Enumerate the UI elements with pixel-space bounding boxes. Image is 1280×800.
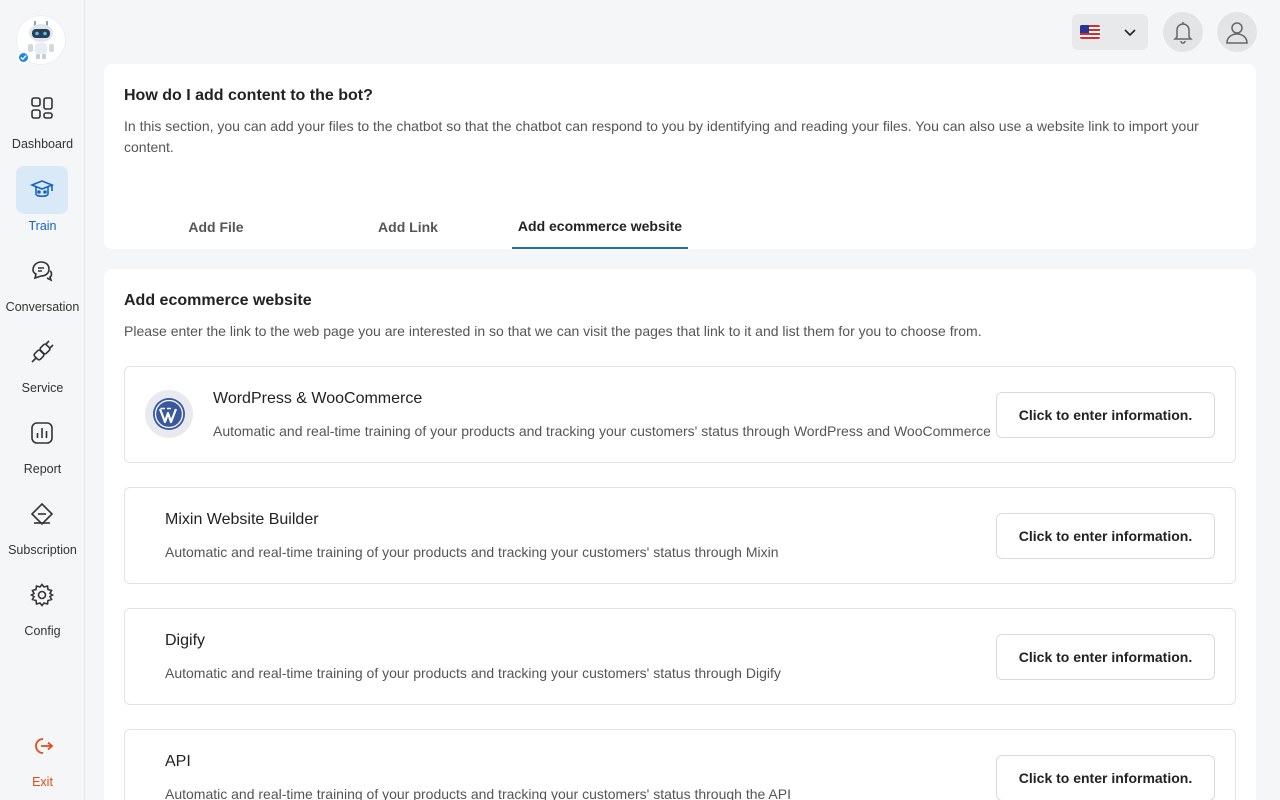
enter-information-button[interactable]: Click to enter information. [996,634,1215,680]
intro-title: How do I add content to the bot? [124,87,373,104]
report-icon [16,409,68,457]
wordpress-icon [145,390,193,438]
sidebar-item-service[interactable]: Service [0,328,85,395]
sidebar-item-label: Service [21,381,64,395]
sidebar-item-label: Report [23,462,62,476]
integration-mixin: Mixin Website Builder Automatic and real… [124,487,1236,584]
integration-name: Mixin Website Builder [165,511,319,528]
chevron-down-icon [1124,29,1136,37]
enter-information-button[interactable]: Click to enter information. [996,392,1215,438]
integration-name: WordPress & WooCommerce [213,390,423,407]
integration-description: Automatic and real-time training of your… [165,786,791,800]
service-icon [16,328,68,376]
bell-icon [1173,22,1193,44]
intro-description: In this section, you can add your files … [124,118,1199,155]
sidebar-item-dashboard[interactable]: Dashboard [0,84,85,151]
conversation-icon [16,247,68,295]
sidebar-item-label: Dashboard [11,137,74,151]
ecommerce-title: Add ecommerce website [124,292,312,309]
bot-logo[interactable] [17,16,65,64]
us-flag-icon [1080,25,1100,39]
integration-description: Automatic and real-time training of your… [213,423,991,439]
logout-icon [16,722,68,770]
sidebar-item-config[interactable]: Config [0,571,85,638]
integration-description: Automatic and real-time training of your… [165,665,781,681]
integration-name: Digify [165,632,206,649]
user-avatar-button[interactable] [1217,12,1257,52]
sidebar-item-label: Subscription [8,543,77,557]
integration-digify: Digify Automatic and real-time training … [124,608,1236,705]
sidebar: Dashboard Train Conversation Service Rep… [0,0,85,800]
ecommerce-description: Please enter the link to the web page yo… [124,323,982,339]
enter-information-button[interactable]: Click to enter information. [996,755,1215,800]
tab-add-link[interactable]: Add Link [336,204,480,249]
integration-wordpress: WordPress & WooCommerce Automatic and re… [124,366,1236,463]
sidebar-item-label: Train [28,219,57,233]
sidebar-item-exit[interactable]: Exit [0,722,85,789]
sidebar-item-train[interactable]: Train [0,166,85,233]
user-icon [1226,22,1248,44]
intro-card: How do I add content to the bot? In this… [104,64,1256,249]
notifications-button[interactable] [1163,12,1203,52]
integration-description: Automatic and real-time training of your… [165,544,779,560]
train-icon [16,166,68,214]
sidebar-item-report[interactable]: Report [0,409,85,476]
tab-add-file[interactable]: Add File [144,204,288,249]
sidebar-item-conversation[interactable]: Conversation [0,247,85,314]
subscription-icon [16,490,68,538]
sidebar-item-label: Config [24,624,61,638]
integration-name: API [165,753,191,770]
verified-badge-icon [17,51,30,64]
enter-information-button[interactable]: Click to enter information. [996,513,1215,559]
gear-icon [16,571,68,619]
sidebar-item-label: Conversation [5,300,80,314]
language-select[interactable] [1072,14,1148,50]
sidebar-item-label: Exit [32,775,53,789]
sidebar-item-subscription[interactable]: Subscription [0,490,85,557]
dashboard-icon [16,84,68,132]
tab-add-ecommerce-website[interactable]: Add ecommerce website [512,204,688,249]
ecommerce-card: Add ecommerce website Please enter the l… [104,269,1256,800]
integration-api: API Automatic and real-time training of … [124,729,1236,800]
